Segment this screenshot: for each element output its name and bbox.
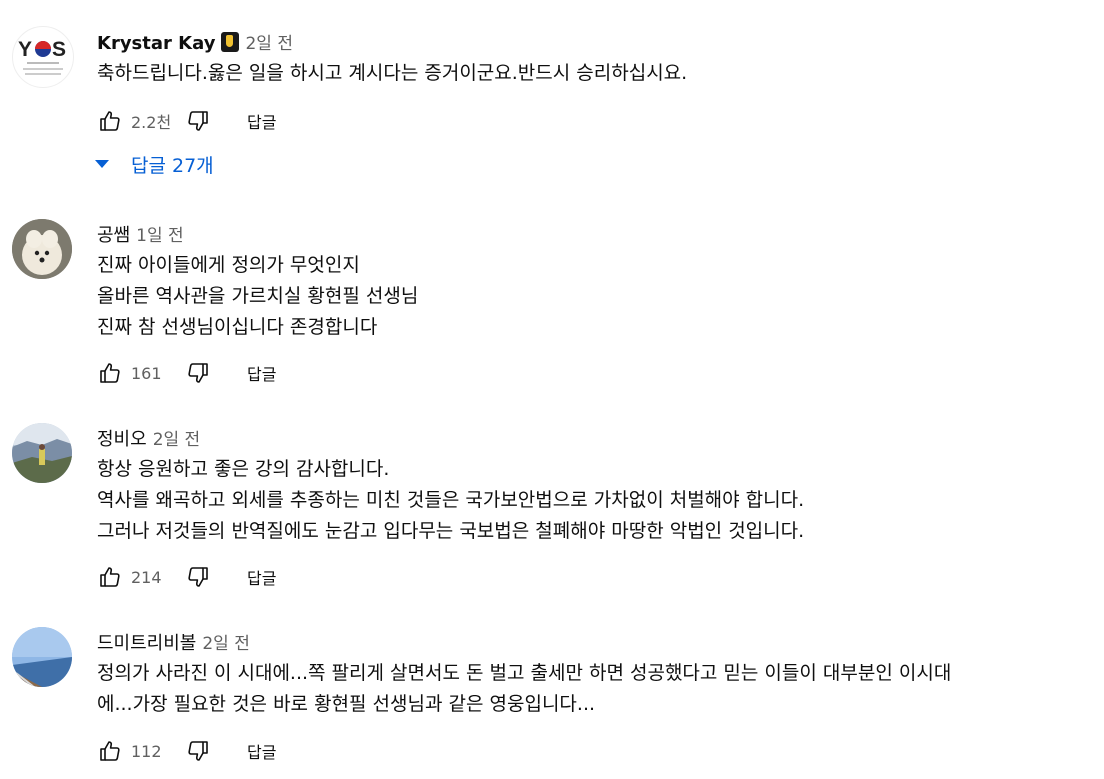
like-count: 214 xyxy=(131,567,162,587)
replies-count-label: 답글 27개 xyxy=(131,154,214,177)
like-count: 112 xyxy=(131,741,162,761)
reply-button[interactable]: 답글 xyxy=(247,109,276,133)
thumbs-down-icon xyxy=(188,363,208,383)
reply-button[interactable]: 답글 xyxy=(247,361,276,385)
comment-line: 항상 응원하고 좋은 강의 감사합니다. xyxy=(97,458,390,480)
comment-line: 축하드립니다.옳은 일을 하시고 계시다는 증거이군요.반드시 승리하십시요. xyxy=(97,62,688,84)
comment-line: 정의가 사라진 이 시대에...쪽 팔리게 살면서도 돈 벌고 출세만 하면 성… xyxy=(97,662,952,684)
like-count: 161 xyxy=(131,363,162,383)
comment-line: 진짜 아이들에게 정의가 무엇인지 xyxy=(97,254,360,276)
comment-header: 드미트리비볼 2일 전 xyxy=(97,629,250,655)
author-name[interactable]: 정비오 xyxy=(97,429,147,450)
comment-line: 진짜 참 선생님이십니다 존경합니다 xyxy=(97,316,378,338)
reply-button[interactable]: 답글 xyxy=(247,565,276,589)
dislike-button[interactable] xyxy=(185,738,211,764)
like-button[interactable] xyxy=(97,564,123,590)
avatar-dog-icon xyxy=(12,219,72,279)
thumbs-down-icon xyxy=(188,741,208,761)
timestamp[interactable]: 2일 전 xyxy=(153,430,201,450)
like-button[interactable] xyxy=(97,360,123,386)
like-button[interactable] xyxy=(97,108,123,134)
avatar-landscape-icon xyxy=(12,627,72,687)
comment-text: 축하드립니다.옳은 일을 하시고 계시다는 증거이군요.반드시 승리하십시요. xyxy=(97,58,687,89)
thumbs-up-icon xyxy=(100,111,120,131)
thumbs-up-icon xyxy=(100,741,120,761)
comment-line: 그러나 저것들의 반역질에도 눈감고 입다무는 국보법은 철폐해야 마땅한 악법… xyxy=(97,520,805,542)
dislike-button[interactable] xyxy=(185,564,211,590)
member-badge-icon xyxy=(221,32,240,52)
thumbs-up-icon xyxy=(100,567,120,587)
dislike-button[interactable] xyxy=(185,360,211,386)
comment-text: 진짜 아이들에게 정의가 무엇인지 올바른 역사관을 가르치실 황현필 선생님 … xyxy=(97,250,418,343)
comment-line: 올바른 역사관을 가르치실 황현필 선생님 xyxy=(97,285,419,307)
author-name[interactable]: 드미트리비볼 xyxy=(97,633,196,654)
avatar[interactable] xyxy=(12,423,72,483)
timestamp[interactable]: 1일 전 xyxy=(136,226,184,246)
comment-header: 공쌤 1일 전 xyxy=(97,221,184,247)
avatar-logo-icon: Y S xyxy=(18,38,66,75)
timestamp[interactable]: 2일 전 xyxy=(245,34,293,54)
reply-button[interactable]: 답글 xyxy=(247,739,276,763)
timestamp[interactable]: 2일 전 xyxy=(202,634,250,654)
comment-line: 역사를 왜곡하고 외세를 추종하는 미친 것들은 국가보안법으로 가차없이 처벌… xyxy=(97,489,805,511)
comment-text: 정의가 사라진 이 시대에...쪽 팔리게 살면서도 돈 벌고 출세만 하면 성… xyxy=(97,658,951,720)
comment-header: 정비오 2일 전 xyxy=(97,425,200,451)
avatar[interactable]: Y S xyxy=(12,26,74,88)
avatar-photo-icon xyxy=(12,423,72,483)
thumbs-up-icon xyxy=(100,363,120,383)
caret-down-icon xyxy=(95,160,109,168)
dislike-button[interactable] xyxy=(185,108,211,134)
like-count: 2.2천 xyxy=(131,113,172,132)
comment-actions: 214 답글 xyxy=(97,562,276,592)
svg-text:Y: Y xyxy=(18,38,32,61)
author-name[interactable]: 공쌤 xyxy=(97,225,130,246)
thumbs-down-icon xyxy=(188,567,208,587)
svg-text:S: S xyxy=(52,38,66,61)
avatar[interactable] xyxy=(12,219,72,279)
comment-actions: 2.2천 답글 xyxy=(97,106,276,136)
view-replies-button[interactable]: 답글 27개 xyxy=(92,147,214,181)
comment-text: 항상 응원하고 좋은 강의 감사합니다. 역사를 왜곡하고 외세를 추종하는 미… xyxy=(97,454,804,547)
comment-line: 에...가장 필요한 것은 바로 황현필 선생님과 같은 영웅입니다... xyxy=(97,693,596,715)
like-button[interactable] xyxy=(97,738,123,764)
comment-header: Krystar Kay 2일 전 xyxy=(97,29,293,54)
comment-actions: 161 답글 xyxy=(97,358,276,388)
thumbs-down-icon xyxy=(188,111,208,131)
comment-actions: 112 답글 xyxy=(97,736,276,766)
avatar[interactable] xyxy=(12,627,72,687)
author-name[interactable]: Krystar Kay xyxy=(97,33,215,54)
